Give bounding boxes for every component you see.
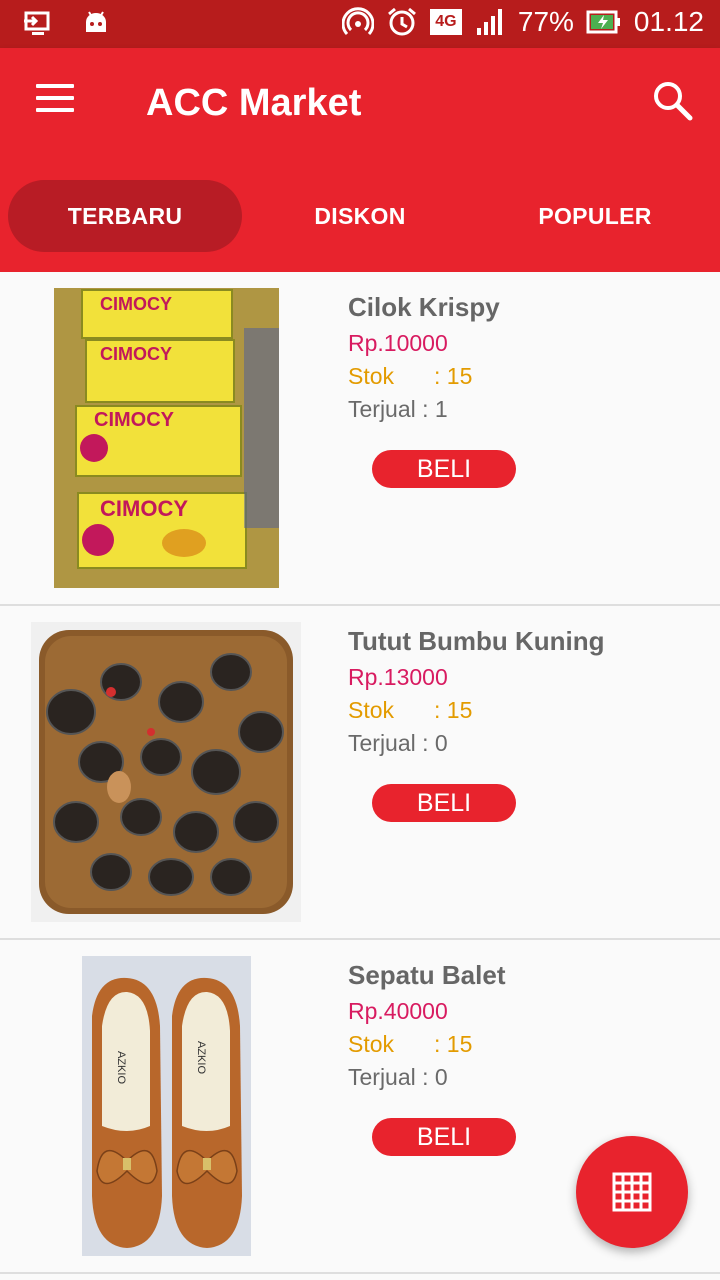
svg-text:CIMOCY: CIMOCY (100, 496, 188, 521)
svg-text:CIMOCY: CIMOCY (100, 294, 172, 314)
svg-text:CIMOCY: CIMOCY (100, 344, 172, 364)
product-image[interactable]: AZKIO AZKIO (82, 956, 251, 1256)
tab-bar: TERBARU DISKON POPULER (0, 180, 720, 252)
product-item[interactable]: CIMOCY CIMOCY CIMOCY CIMOCY Cilok Krispy… (0, 272, 720, 606)
network-type-badge: 4G (429, 9, 462, 35)
buy-button[interactable]: BELI (372, 1118, 516, 1156)
app-title: ACC Market (146, 82, 362, 124)
status-bar: 4G 77% 01.12 (0, 0, 720, 48)
product-name: Tutut Bumbu Kuning (348, 626, 605, 656)
product-price: Rp.10000 (348, 330, 448, 356)
search-icon[interactable] (650, 78, 696, 124)
buy-button[interactable]: BELI (372, 784, 516, 822)
menu-icon (36, 84, 74, 88)
product-price: Rp.13000 (348, 664, 448, 690)
signal-icon (476, 9, 502, 35)
clock: 01.12 (633, 6, 704, 37)
product-image[interactable] (31, 622, 301, 922)
product-sold: Terjual : 0 (348, 1064, 448, 1090)
screen-cast-icon (24, 11, 50, 35)
svg-text:AZKIO: AZKIO (195, 1041, 207, 1074)
product-item[interactable]: Tutut Bumbu Kuning Rp.13000 Stok: 15 Ter… (0, 606, 720, 940)
product-image[interactable]: CIMOCY CIMOCY CIMOCY CIMOCY (54, 288, 279, 588)
alarm-icon (387, 7, 416, 36)
product-sold: Terjual : 0 (348, 730, 448, 756)
battery-percent: 77% (517, 6, 574, 37)
product-stock: Stok: 15 (348, 1031, 473, 1057)
tab-populer[interactable]: POPULER (478, 180, 712, 252)
grid-icon (612, 1172, 652, 1212)
tab-terbaru[interactable]: TERBARU (8, 180, 242, 252)
buy-button[interactable]: BELI (372, 450, 516, 488)
grid-view-button[interactable] (576, 1136, 688, 1248)
app-bar: ACC Market TERBARU DISKON POPULER (0, 48, 720, 272)
product-list[interactable]: CIMOCY CIMOCY CIMOCY CIMOCY Cilok Krispy… (0, 272, 720, 1280)
svg-text:CIMOCY: CIMOCY (94, 409, 175, 431)
product-sold: Terjual : 1 (348, 396, 448, 422)
product-stock: Stok: 15 (348, 363, 473, 389)
product-name: Sepatu Balet (348, 960, 506, 990)
menu-button[interactable] (32, 84, 80, 124)
product-stock: Stok: 15 (348, 697, 473, 723)
product-price: Rp.40000 (348, 998, 448, 1024)
android-icon (86, 11, 106, 32)
hotspot-icon (341, 7, 374, 36)
battery-charging-icon (586, 10, 620, 34)
svg-text:AZKIO: AZKIO (115, 1051, 127, 1084)
tab-diskon[interactable]: DISKON (243, 180, 477, 252)
product-name: Cilok Krispy (348, 292, 500, 322)
